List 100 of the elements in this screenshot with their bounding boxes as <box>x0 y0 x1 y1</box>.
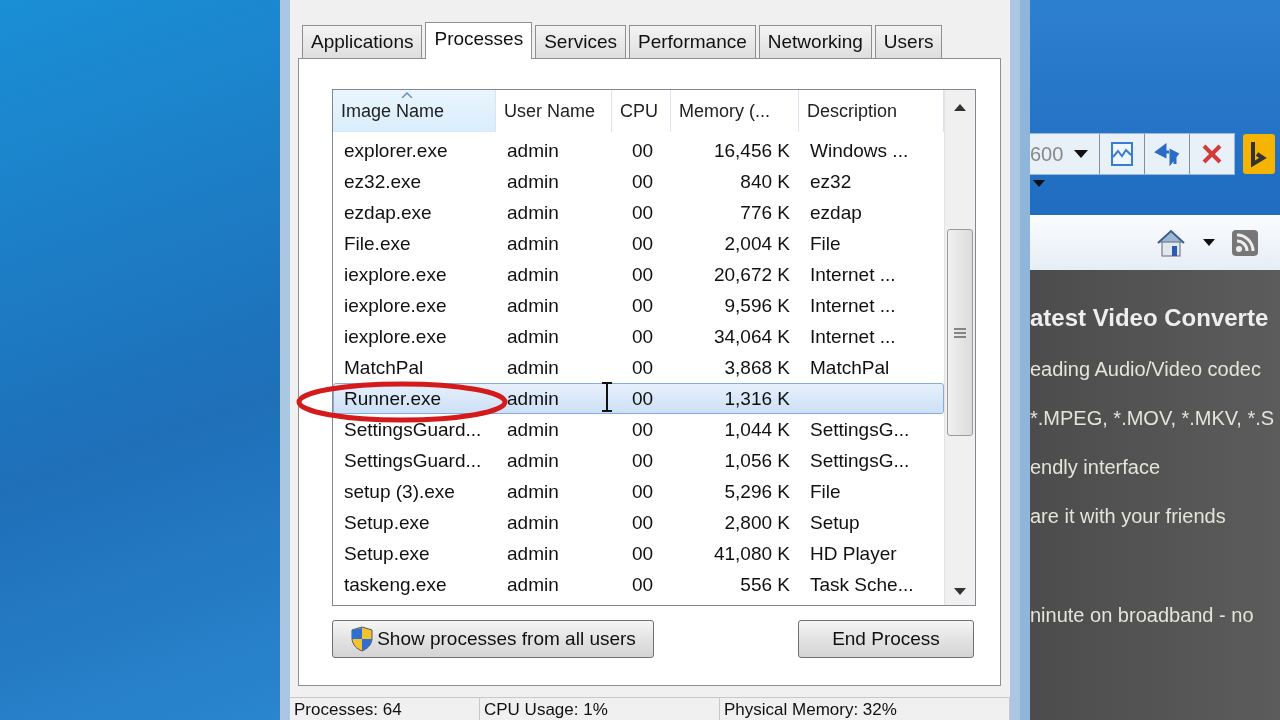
column-header[interactable]: Image Name <box>333 90 496 132</box>
table-cell: 1,316 K <box>724 387 790 410</box>
process-row[interactable]: Setup.exe admin 00 41,080 K HD Player <box>333 538 944 569</box>
process-row[interactable]: iexplore.exe admin 00 9,596 K Internet ... <box>333 290 944 321</box>
table-cell: 2,800 K <box>724 511 790 534</box>
status-text: Processes: 64 <box>290 698 480 720</box>
caret-icon[interactable] <box>1202 238 1216 247</box>
table-cell: File <box>810 232 841 255</box>
broken-page-icon <box>1110 141 1135 167</box>
tab[interactable]: Users <box>874 25 943 58</box>
tab[interactable]: Networking <box>758 25 872 58</box>
table-cell: explorer.exe <box>344 139 448 162</box>
table-cell: 00 <box>631 356 654 379</box>
table-cell: SettingsG... <box>810 449 910 472</box>
table-cell: MatchPal <box>344 356 424 379</box>
grip-icon <box>954 327 966 338</box>
table-cell: Setup.exe <box>344 542 430 565</box>
action-button[interactable]: Show processes from all users <box>332 620 654 658</box>
close-icon <box>1201 143 1224 165</box>
table-cell: admin <box>507 201 559 224</box>
table-cell: 16,456 K <box>713 139 790 162</box>
table-cell: 41,080 K <box>713 542 790 565</box>
tab[interactable]: Performance <box>629 25 756 58</box>
table-cell: 00 <box>631 449 654 472</box>
table-cell: SettingsGuard... <box>344 418 482 441</box>
table-cell: admin <box>507 542 559 565</box>
table-cell: ezdap.exe <box>344 201 432 224</box>
page-text: are it with your friends <box>1030 505 1227 528</box>
table-cell: admin <box>507 418 559 441</box>
table-cell: admin <box>507 232 559 255</box>
page-heading: atest Video Converte <box>1030 304 1270 332</box>
table-cell: Setup.exe <box>344 511 430 534</box>
table-cell: 2,004 K <box>724 232 790 255</box>
table-cell: 840 K <box>740 170 790 193</box>
table-cell: SettingsGuard... <box>344 449 482 472</box>
page-text: ninute on broadband - no <box>1030 604 1255 627</box>
table-cell: SettingsG... <box>810 418 910 441</box>
table-cell: MatchPal <box>810 356 890 379</box>
shield-icon <box>350 626 375 652</box>
process-row[interactable]: iexplore.exe admin 00 34,064 K Internet ... <box>333 321 944 352</box>
action-button[interactable]: End Process <box>798 620 974 658</box>
dropdown-icon[interactable] <box>1073 149 1090 159</box>
table-cell: 9,596 K <box>724 294 790 317</box>
process-row[interactable]: Setup.exe admin 00 2,800 K Setup <box>333 507 944 538</box>
table-cell: File <box>810 480 841 503</box>
table-cell: 3,868 K <box>724 356 790 379</box>
table-cell: 00 <box>631 325 654 348</box>
process-row[interactable]: taskeng.exe admin 00 556 K Task Sche... <box>333 569 944 600</box>
rss-feed-icon[interactable] <box>1232 229 1258 256</box>
table-cell: admin <box>507 356 559 379</box>
tab[interactable]: Processes <box>425 22 533 59</box>
table-cell: admin <box>507 139 559 162</box>
process-row[interactable]: Runner.exe admin 00 1,316 K <box>333 383 944 414</box>
table-cell: ezdap <box>810 201 862 224</box>
table-cell: Setup <box>810 511 860 534</box>
table-cell: File.exe <box>344 232 411 255</box>
home-icon[interactable] <box>1156 228 1186 257</box>
table-cell: admin <box>507 294 559 317</box>
table-cell: 00 <box>631 573 654 596</box>
table-cell: 00 <box>631 263 654 286</box>
scroll-down-icon[interactable] <box>953 587 967 597</box>
table-cell: admin <box>507 263 559 286</box>
scrollbar[interactable] <box>944 90 975 605</box>
table-cell: 00 <box>631 139 654 162</box>
process-row[interactable]: ez32.exe admin 00 840 K ez32 <box>333 166 944 197</box>
process-row[interactable]: MatchPal admin 00 3,868 K MatchPal <box>333 352 944 383</box>
process-row[interactable]: setup (3).exe admin 00 5,296 K File <box>333 476 944 507</box>
process-row[interactable]: File.exe admin 00 2,004 K File <box>333 228 944 259</box>
table-cell: 00 <box>631 511 654 534</box>
status-text: CPU Usage: 1% <box>480 698 720 720</box>
table-cell: setup (3).exe <box>344 480 455 503</box>
table-cell: 00 <box>631 480 654 503</box>
process-row[interactable]: ezdap.exe admin 00 776 K ezdap <box>333 197 944 228</box>
table-cell: 556 K <box>740 573 790 596</box>
process-row[interactable]: SettingsGuard... admin 00 1,056 K SettingsG... <box>333 445 944 476</box>
table-cell: admin <box>507 511 559 534</box>
status-text: Physical Memory: 32% <box>720 698 1010 720</box>
table-cell: 776 K <box>740 201 790 224</box>
process-row[interactable]: SettingsGuard... admin 00 1,044 K SettingsG... <box>333 414 944 445</box>
tab[interactable]: Services <box>535 25 626 58</box>
table-cell: 00 <box>631 294 654 317</box>
scroll-up-icon[interactable] <box>953 102 967 112</box>
table-cell: admin <box>507 480 559 503</box>
table-cell: HD Player <box>810 542 897 565</box>
search-logo-icon[interactable] <box>1243 134 1276 174</box>
table-cell: iexplore.exe <box>344 294 447 317</box>
table-cell: admin <box>507 325 559 348</box>
table-cell: Task Sche... <box>810 573 914 596</box>
scroll-thumb[interactable] <box>947 229 973 436</box>
arrows-icon <box>1153 142 1182 166</box>
process-row[interactable]: iexplore.exe admin 00 20,672 K Internet ... <box>333 259 944 290</box>
page-text: *.MPEG, *.MOV, *.MKV, *.S <box>1030 407 1276 430</box>
table-cell: taskeng.exe <box>344 573 447 596</box>
table-cell: 20,672 K <box>713 263 790 286</box>
table-cell: 00 <box>631 170 654 193</box>
tab[interactable]: Applications <box>302 25 423 58</box>
table-cell: ez32 <box>810 170 852 193</box>
table-cell: admin <box>507 449 559 472</box>
page-text: endly interface <box>1030 456 1162 479</box>
process-row[interactable]: explorer.exe admin 00 16,456 K Windows ... <box>333 135 944 166</box>
